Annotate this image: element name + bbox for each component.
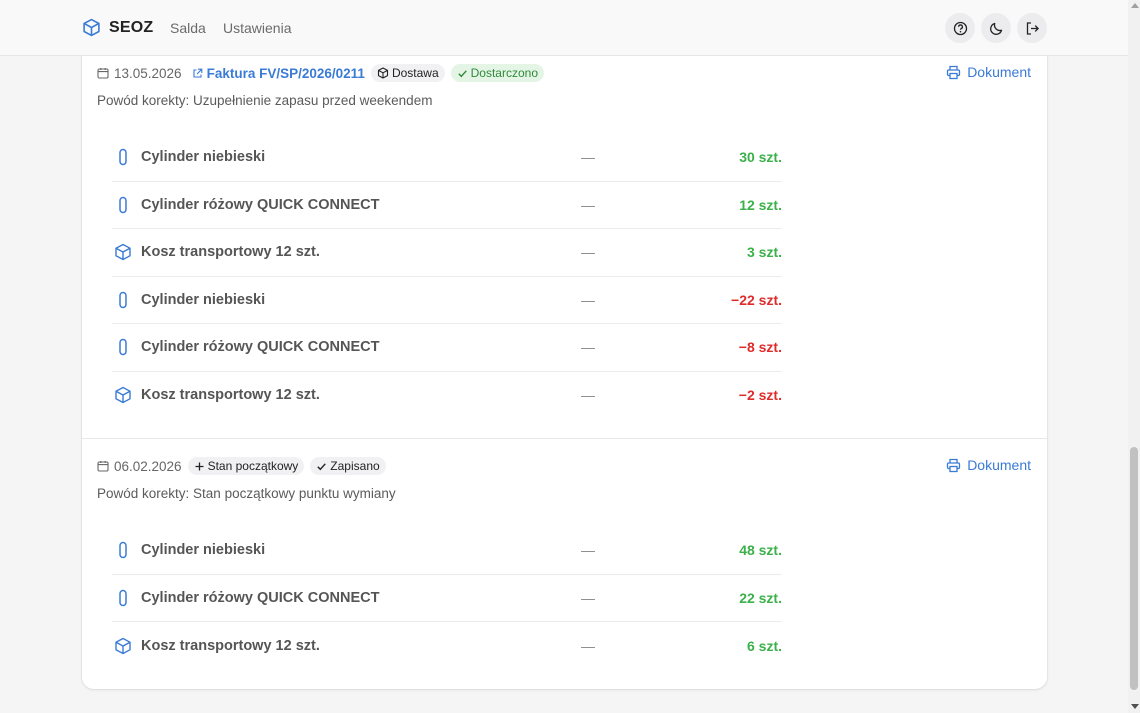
correction-reason: Powód korekty: Stan początkowy punktu wy… bbox=[97, 486, 396, 501]
item-name: Kosz transportowy 12 szt. bbox=[141, 387, 320, 404]
entry-header: 13.05.2026 Faktura FV/SP/2026/0211 Dosta… bbox=[97, 64, 544, 82]
list-item: Cylinder niebieski — 48 szt. bbox=[112, 527, 782, 575]
brand[interactable]: SEOZ bbox=[82, 18, 153, 37]
calendar-icon bbox=[97, 461, 109, 472]
document-button[interactable]: Dokument bbox=[946, 64, 1031, 80]
help-button[interactable] bbox=[945, 13, 975, 43]
entry-date: 06.02.2026 bbox=[97, 459, 182, 474]
item-placeholder: — bbox=[581, 637, 595, 654]
item-placeholder: — bbox=[581, 244, 595, 261]
history-card: 13.05.2026 Faktura FV/SP/2026/0211 Dosta… bbox=[82, 20, 1047, 689]
box-icon bbox=[377, 67, 388, 79]
item-name: Kosz transportowy 12 szt. bbox=[141, 637, 320, 654]
nav-salda[interactable]: Salda bbox=[170, 20, 206, 36]
item-quantity: −2 szt. bbox=[738, 387, 782, 404]
status-badge: Zapisano bbox=[310, 457, 386, 475]
printer-icon bbox=[947, 458, 961, 472]
printer-icon bbox=[947, 65, 961, 79]
external-link-icon bbox=[193, 68, 202, 78]
item-quantity: 12 szt. bbox=[739, 196, 782, 213]
box-icon bbox=[112, 637, 134, 655]
plus-icon bbox=[195, 462, 204, 470]
cylinder-icon bbox=[112, 589, 134, 607]
scroll-down-icon[interactable] bbox=[1131, 704, 1139, 709]
item-name: Cylinder różowy QUICK CONNECT bbox=[141, 589, 380, 606]
scrollbar-thumb[interactable] bbox=[1130, 447, 1138, 690]
calendar-icon bbox=[97, 68, 109, 79]
item-placeholder: — bbox=[581, 291, 595, 308]
entry-date: 13.05.2026 bbox=[97, 66, 182, 81]
item-name: Cylinder niebieski bbox=[141, 149, 266, 166]
item-placeholder: — bbox=[581, 589, 595, 606]
list-item: Cylinder niebieski — 30 szt. bbox=[112, 134, 782, 182]
item-name: Cylinder różowy QUICK CONNECT bbox=[141, 339, 380, 356]
cylinder-icon bbox=[112, 196, 134, 214]
item-quantity: 48 szt. bbox=[739, 542, 782, 559]
item-quantity: 22 szt. bbox=[739, 589, 782, 606]
logout-button[interactable] bbox=[1017, 13, 1047, 43]
box-logo-icon bbox=[83, 18, 100, 37]
item-placeholder: — bbox=[581, 196, 595, 213]
item-quantity: −22 szt. bbox=[731, 291, 782, 308]
list-item: Kosz transportowy 12 szt. — −2 szt. bbox=[112, 372, 782, 420]
invoice-link[interactable]: Faktura FV/SP/2026/0211 bbox=[192, 66, 365, 81]
help-icon bbox=[953, 21, 967, 35]
cylinder-icon bbox=[112, 541, 134, 559]
item-name: Kosz transportowy 12 szt. bbox=[141, 244, 320, 261]
item-placeholder: — bbox=[581, 149, 595, 166]
moon-icon bbox=[989, 22, 1002, 35]
type-badge: Dostawa bbox=[370, 64, 445, 82]
logout-icon bbox=[1026, 21, 1039, 35]
status-badge: Dostarczono bbox=[450, 64, 544, 82]
check-icon bbox=[457, 69, 467, 77]
list-item: Cylinder różowy QUICK CONNECT — 12 szt. bbox=[112, 182, 782, 229]
item-quantity: 30 szt. bbox=[739, 149, 782, 166]
correction-reason: Powód korekty: Uzupełnienie zapasu przed… bbox=[97, 93, 433, 108]
cylinder-icon bbox=[112, 148, 134, 166]
list-item: Cylinder niebieski — −22 szt. bbox=[112, 277, 782, 324]
item-placeholder: — bbox=[581, 542, 595, 559]
item-quantity: 6 szt. bbox=[746, 637, 782, 654]
item-placeholder: — bbox=[581, 387, 595, 404]
item-quantity: −8 szt. bbox=[738, 339, 782, 356]
list-item: Cylinder różowy QUICK CONNECT — −8 szt. bbox=[112, 324, 782, 372]
item-placeholder: — bbox=[581, 339, 595, 356]
nav-ustawienia[interactable]: Ustawienia bbox=[223, 20, 291, 36]
item-name: Cylinder niebieski bbox=[141, 542, 266, 559]
document-button[interactable]: Dokument bbox=[946, 457, 1031, 473]
list-item: Cylinder różowy QUICK CONNECT — 22 szt. bbox=[112, 575, 782, 622]
item-quantity: 3 szt. bbox=[746, 244, 782, 261]
section-divider bbox=[82, 438, 1047, 439]
brand-name[interactable]: SEOZ bbox=[109, 19, 153, 37]
list-item: Kosz transportowy 12 szt. — 6 szt. bbox=[112, 622, 782, 670]
box-icon bbox=[112, 243, 134, 261]
box-icon bbox=[112, 386, 134, 404]
entry-header: 06.02.2026 Stan początkowy Zapisano bbox=[97, 457, 386, 475]
scroll-up-icon[interactable] bbox=[1131, 3, 1139, 8]
item-name: Cylinder niebieski bbox=[141, 291, 266, 308]
cylinder-icon bbox=[112, 338, 134, 356]
cylinder-icon bbox=[112, 291, 134, 309]
list-item: Kosz transportowy 12 szt. — 3 szt. bbox=[112, 229, 782, 277]
top-navbar: SEOZ Salda Ustawienia bbox=[0, 0, 1128, 56]
check-icon bbox=[317, 462, 327, 470]
type-badge: Stan początkowy bbox=[187, 457, 305, 475]
theme-toggle-button[interactable] bbox=[981, 13, 1011, 43]
item-name: Cylinder różowy QUICK CONNECT bbox=[141, 196, 380, 213]
